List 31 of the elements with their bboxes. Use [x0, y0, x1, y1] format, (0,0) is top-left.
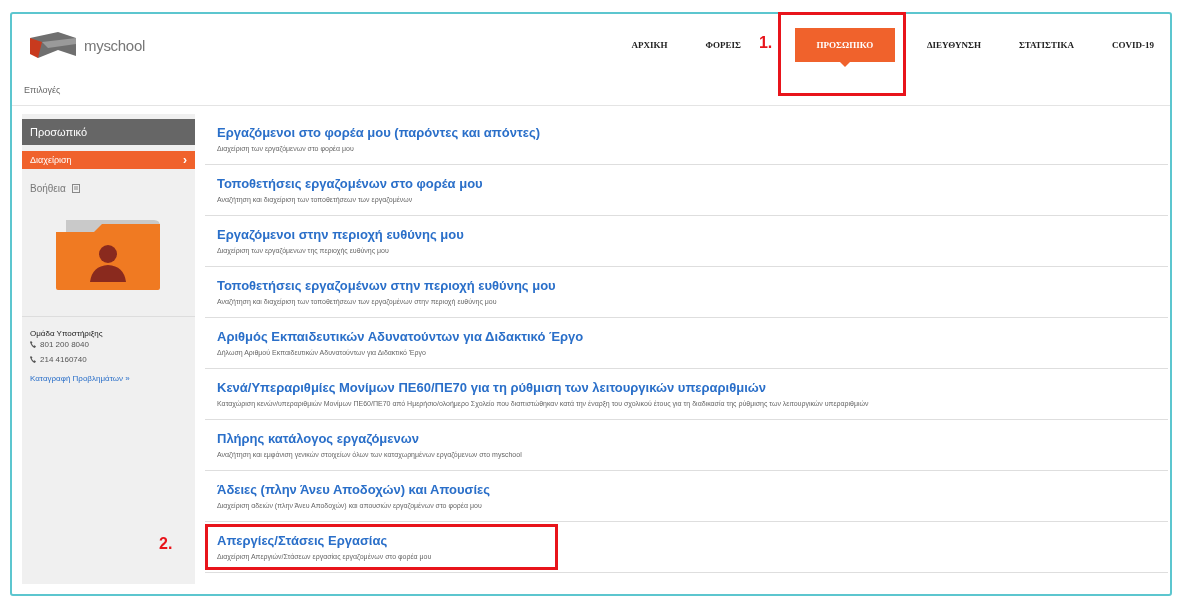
- nav-tab[interactable]: ΔΙΕΥΘΥΝΣΗ: [920, 28, 987, 62]
- menu-link[interactable]: Απεργίες/Στάσεις Εργασίας: [217, 532, 388, 548]
- help-link[interactable]: Βοήθεια: [30, 183, 66, 194]
- sidebar-item[interactable]: Διαχείριση ›: [22, 151, 195, 169]
- menu-link[interactable]: Άδειες (πλην Άνευ Αποδοχών) και Απουσίες: [217, 481, 491, 497]
- nav-tab[interactable]: ΦΟΡΕΙΣ: [699, 28, 747, 62]
- menu-link[interactable]: Εργαζόμενοι στην περιοχή ευθύνης μου: [217, 226, 464, 242]
- caret-icon: [839, 62, 850, 67]
- menu-link[interactable]: Τοποθετήσεις εργαζομένων στο φορέα μου: [217, 175, 483, 191]
- menu-link[interactable]: Κενά/Υπεραριθμίες Μονίμων ΠΕ60/ΠΕ70 για τη ρύθμιση των λειτουργικών υπεραριθμιών: [217, 379, 767, 395]
- phone-number: 801 200 8040: [40, 340, 89, 349]
- callout-number: 1.: [758, 34, 773, 52]
- nav-tab[interactable]: ΠΡΟΣΩΠΙΚΟ: [794, 28, 895, 62]
- menu-link[interactable]: Τοποθετήσεις εργαζομένων στην περιοχή ευθύνης μου: [217, 277, 556, 293]
- phone-icon: [30, 341, 36, 348]
- menu-link[interactable]: Πλήρης κατάλογος εργαζόμενων: [217, 430, 419, 446]
- menu-link[interactable]: Αριθμός Εκπαιδευτικών Αδυνατούντων για Διδακτικό Έργο: [217, 328, 584, 344]
- logo-icon: [28, 30, 78, 60]
- support-title: Ομάδα Υποστήριξης: [30, 329, 104, 338]
- logo-text[interactable]: myschool: [84, 36, 145, 54]
- menu-link[interactable]: Εργαζόμενοι στο φορέα μου (παρόντες και απόντες): [217, 124, 541, 140]
- sidebar-title: Προσωπικό: [22, 119, 195, 145]
- breadcrumb[interactable]: Επιλογές: [24, 85, 61, 95]
- book-icon[interactable]: [71, 184, 80, 193]
- phone-number: 214 4160740: [40, 355, 87, 364]
- callout-number: 2.: [159, 535, 173, 553]
- nav-tab[interactable]: ΣΤΑΤΙΣΤΙΚΑ: [1012, 28, 1080, 62]
- nav-tab[interactable]: COVID-19: [1106, 28, 1160, 62]
- report-link[interactable]: Καταγραφή Προβλημάτων »: [30, 374, 187, 383]
- nav-tab[interactable]: ΑΡΧΙΚΗ: [625, 28, 674, 62]
- phone-icon: [30, 356, 36, 363]
